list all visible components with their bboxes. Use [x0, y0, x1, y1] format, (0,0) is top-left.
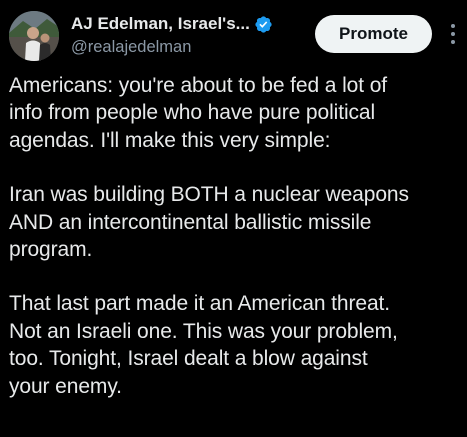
author-display-name[interactable]: AJ Edelman, Israel's... [71, 14, 250, 34]
post-text-line: program. [9, 238, 93, 262]
avatar-photo [9, 11, 59, 61]
post-text-line: Not an Israeli one. This was your proble… [9, 319, 398, 343]
post-text-line: your enemy. [9, 374, 122, 398]
post-paragraph: That last part made it an American threa… [9, 290, 461, 400]
author-handle[interactable]: @realajedelman [71, 38, 311, 57]
post-text-line: That last part made it an American threa… [9, 292, 390, 316]
post-text-line: agendas. I'll make this very simple: [9, 128, 331, 152]
post-text-line: info from people who have pure political [9, 101, 376, 125]
promote-button[interactable]: Promote [315, 15, 432, 53]
post-text-line: Americans: you're about to be fed a lot … [9, 74, 388, 97]
post-paragraph: Americans: you're about to be fed a lot … [9, 72, 461, 154]
post-header: AJ Edelman, Israel's... @realajedelman P… [0, 0, 467, 70]
post-text-line: Iran was building BOTH a nuclear weapons [9, 183, 409, 207]
post-text-line: too. Tonight, Israel dealt a blow agains… [9, 347, 368, 371]
avatar[interactable] [9, 11, 59, 61]
more-vertical-icon[interactable] [446, 19, 460, 49]
post-paragraph: Iran was building BOTH a nuclear weapons… [9, 181, 461, 263]
post-text-line: AND an intercontinental ballistic missil… [9, 210, 372, 234]
author-info: AJ Edelman, Israel's... @realajedelman [71, 12, 311, 57]
post-card: AJ Edelman, Israel's... @realajedelman P… [0, 0, 467, 437]
display-name-row: AJ Edelman, Israel's... [71, 12, 311, 36]
verified-badge-icon[interactable] [254, 15, 273, 34]
post-text: Americans: you're about to be fed a lot … [9, 72, 461, 400]
